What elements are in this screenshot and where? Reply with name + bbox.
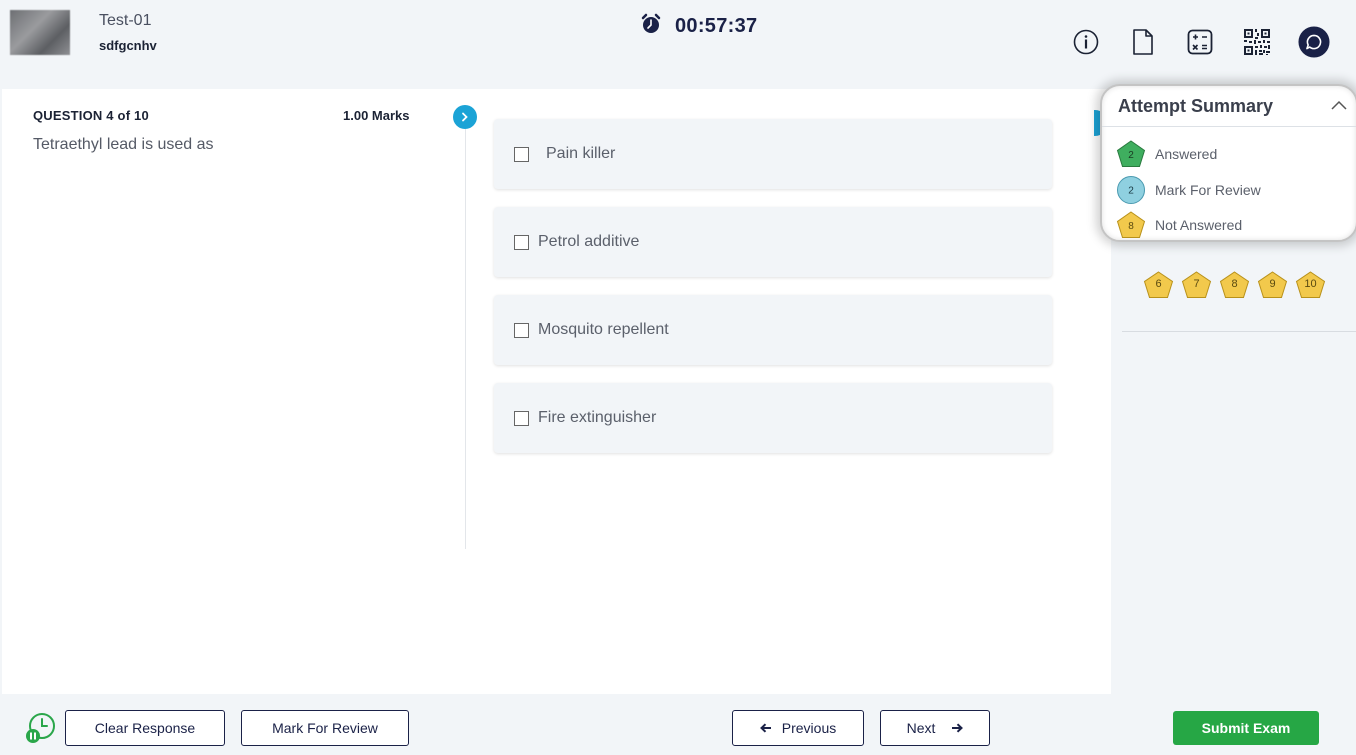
palette-number: 9 [1269,278,1276,290]
attempt-summary-title: Attempt Summary [1118,96,1274,116]
previous-button[interactable]: Previous [732,710,864,746]
legend-label: Mark For Review [1155,182,1261,198]
chevron-up-icon[interactable] [1330,98,1348,116]
option-2[interactable]: Petrol additive [494,207,1052,277]
legend-label: Answered [1155,146,1218,162]
not-answered-badge-icon: 8 [1116,211,1146,238]
option-label: Mosquito repellent [538,321,669,338]
arrow-left-icon [759,723,771,733]
palette-question-6[interactable]: 6 [1143,271,1174,299]
palette-question-10[interactable]: 10 [1295,271,1326,299]
attempt-summary-card: Attempt Summary 2 Answered 2 Mark For Re… [1100,84,1356,242]
answered-badge-icon: 2 [1116,140,1146,167]
palette-question-9[interactable]: 9 [1257,271,1288,299]
calculator-icon[interactable] [1184,26,1216,58]
question-palette: 6 7 8 9 10 [1143,271,1326,299]
legend-mark-for-review: 2 Mark For Review [1116,176,1261,204]
palette-number: 10 [1304,278,1317,290]
submit-exam-button[interactable]: Submit Exam [1173,711,1319,745]
info-icon[interactable] [1070,26,1102,58]
arrow-right-icon [952,723,964,733]
question-marks: 1.00 Marks [343,108,410,123]
option-checkbox[interactable] [514,146,529,162]
palette-number: 6 [1155,278,1162,290]
option-checkbox[interactable] [514,410,529,426]
svg-text:2: 2 [1128,150,1134,161]
chevron-right-icon [462,112,468,122]
sidebar-divider [1122,331,1356,332]
option-1[interactable]: Pain killer [494,119,1052,189]
exam-timer: 00:57:37 [640,13,757,40]
clear-response-button[interactable]: Clear Response [65,710,225,746]
option-label: Fire extinguisher [538,409,657,426]
previous-label: Previous [781,720,837,736]
legend-answered: 2 Answered [1116,140,1217,168]
question-text: Tetraethyl lead is used as [33,136,214,153]
palette-number: 8 [1231,278,1238,290]
option-3[interactable]: Mosquito repellent [494,295,1052,365]
legend-label: Not Answered [1155,217,1243,233]
option-checkbox[interactable] [514,322,529,338]
user-avatar [10,10,70,55]
next-button[interactable]: Next [880,710,990,746]
next-label: Next [906,720,936,736]
alarm-clock-icon [640,13,662,40]
user-name: sdfgcnhv [99,38,157,53]
legend-not-answered: 8 Not Answered [1116,211,1242,239]
svg-text:8: 8 [1128,221,1134,232]
header-toolbar [1070,26,1330,58]
palette-question-8[interactable]: 8 [1219,271,1250,299]
document-icon[interactable] [1127,26,1159,58]
review-badge-icon: 2 [1117,176,1145,204]
summary-divider [1102,126,1356,127]
question-number: QUESTION 4 of 10 [33,108,149,123]
option-checkbox[interactable] [514,234,529,250]
mark-for-review-button[interactable]: Mark For Review [241,710,409,746]
palette-number: 7 [1193,278,1200,290]
test-name: Test-01 [99,12,152,29]
expand-question-button[interactable] [453,105,477,129]
option-label: Pain killer [546,145,616,162]
option-label: Petrol additive [538,233,640,250]
palette-question-7[interactable]: 7 [1181,271,1212,299]
chat-icon[interactable] [1298,26,1330,58]
svg-text:2: 2 [1128,186,1134,197]
panel-divider [465,129,466,549]
pause-timer-icon[interactable] [25,712,57,749]
timer-text: 00:57:37 [675,15,758,37]
qr-code-icon[interactable] [1241,26,1273,58]
option-4[interactable]: Fire extinguisher [494,383,1052,453]
